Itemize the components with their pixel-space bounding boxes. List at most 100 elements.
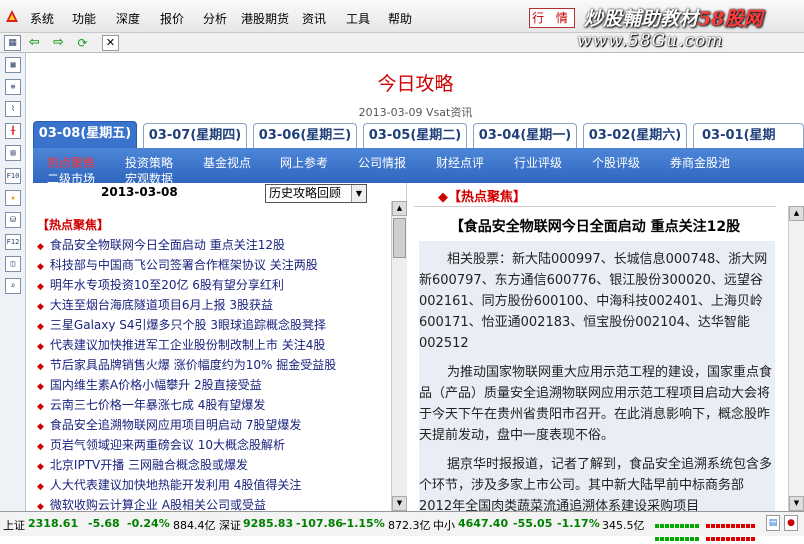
list-item[interactable]: ◆ 代表建议加快推进军工企业股份制改制上市 关注4股 xyxy=(37,335,392,355)
news-link[interactable]: 食品安全物联网今日全面启动 重点关注12股 xyxy=(50,238,285,252)
left-icon-bar: ▦ ≡ ⌇ ╫ ▤ F10 ★ ⛁ F12 ◫ ⌕ xyxy=(0,53,26,511)
category-stock-rating[interactable]: 个股评级 xyxy=(592,154,640,171)
watermark-url: www.58Gu.com xyxy=(577,31,724,51)
article-paragraph: 据京华时报报道，记者了解到，食品安全追溯系统包含多个环节，涉及多家上市公司。其中… xyxy=(419,457,773,511)
list-item[interactable]: ◆ 食品安全物联网今日全面启动 重点关注12股 xyxy=(37,235,392,255)
tab-date-0302[interactable]: 03-02(星期六) xyxy=(583,123,687,148)
news-link[interactable]: 微软收购云计算企业 A股相关公司或受益 xyxy=(50,498,266,512)
menu-help[interactable]: 帮助 xyxy=(388,10,412,27)
list-item[interactable]: ◆ 北京IPTV开播 三网融合概念股或爆发 xyxy=(37,455,392,475)
menu-depth[interactable]: 深度 xyxy=(116,10,140,27)
network-status-icon[interactable]: ▤ xyxy=(766,515,780,531)
zx-percent: -1.17% xyxy=(557,517,600,530)
category-broker-pool[interactable]: 券商金股池 xyxy=(670,154,730,171)
scroll-down-icon[interactable]: ▼ xyxy=(789,496,804,511)
news-list-panel: 2013-03-08 历史攻略回顾 ▼ 【热点聚焦】 ◆ 食品安全物联网今日全面启… xyxy=(27,183,407,512)
menu-quote[interactable]: 报价 xyxy=(160,10,184,27)
bag-icon[interactable]: ⛁ xyxy=(5,212,21,228)
list-item[interactable]: ◆ 页岩气领域迎来两重磅会议 10大概念股解析 xyxy=(37,435,392,455)
list-item[interactable]: ◆ 云南三七价格一年暴涨七成 4股有望爆发 xyxy=(37,395,392,415)
page-subtitle: 2013-03-09 Vsat资讯 xyxy=(358,106,473,119)
category-fund-view[interactable]: 基金视点 xyxy=(203,154,251,171)
category-company-intel[interactable]: 公司情报 xyxy=(358,154,406,171)
sz-amount: 872.3亿 xyxy=(388,519,431,532)
list-item[interactable]: ◆ 明年水专项投资10至20亿 6股有望分享红利 xyxy=(37,275,392,295)
menu-hk-futures[interactable]: 港股期货 xyxy=(241,10,289,27)
bullet-icon: ◆ xyxy=(37,362,44,372)
list-item[interactable]: ◆ 国内维生素A价格小幅攀升 2股直接受益 xyxy=(37,375,392,395)
list-item[interactable]: ◆ 节后家具品牌销售火爆 涨价幅度约为10% 掘金受益股 xyxy=(37,355,392,375)
refresh-icon[interactable]: ⟳ xyxy=(74,35,91,51)
news-link[interactable]: 大连至烟台海底隧道项目6月上报 3股获益 xyxy=(50,298,273,312)
layout-icon[interactable]: ▦ xyxy=(4,35,21,51)
table-icon[interactable]: ▤ xyxy=(5,145,21,161)
list-item[interactable]: ◆ 大连至烟台海底隧道项目6月上报 3股获益 xyxy=(37,295,392,315)
list-icon[interactable]: ▦ xyxy=(5,57,21,73)
candlestick-icon[interactable]: ╫ xyxy=(5,123,21,139)
list-item[interactable]: ◆ 食品安全追溯物联网应用项目明启动 7股望爆发 xyxy=(37,415,392,435)
scroll-up-icon[interactable]: ▲ xyxy=(392,201,407,216)
favorite-icon[interactable]: ★ xyxy=(5,190,21,206)
category-industry-rating[interactable]: 行业评级 xyxy=(514,154,562,171)
menu-info[interactable]: 资讯 xyxy=(302,10,326,27)
news-link[interactable]: 国内维生素A价格小幅攀升 2股直接受益 xyxy=(50,378,262,392)
bullet-icon: ◆ xyxy=(37,462,44,472)
monitor-icon[interactable]: ◫ xyxy=(5,256,21,272)
category-secondary-market[interactable]: 二级市场 xyxy=(47,170,95,183)
history-select-value: 历史攻略回顾 xyxy=(269,186,342,200)
chevron-down-icon[interactable]: ▼ xyxy=(351,185,366,202)
watermark-text: 炒股輔助教材 xyxy=(584,8,699,30)
grid-icon[interactable]: ≡ xyxy=(5,79,21,95)
list-item[interactable]: ◆ 人大代表建议加快地热能开发利用 4股值得关注 xyxy=(37,475,392,495)
news-link[interactable]: 页岩气领域迎来两重磅会议 10大概念股解析 xyxy=(50,438,285,452)
news-link[interactable]: 科技部与中国商飞公司签署合作框架协议 关注两股 xyxy=(50,258,318,272)
news-link[interactable]: 食品安全追溯物联网应用项目明启动 7股望爆发 xyxy=(50,418,301,432)
news-link[interactable]: 代表建议加快推进军工企业股份制改制上市 关注4股 xyxy=(50,338,325,352)
tab-date-0308[interactable]: 03-08(星期五) xyxy=(33,121,137,148)
article-scrollbar[interactable]: ▲ ▼ xyxy=(788,206,804,511)
menu-analysis[interactable]: 分析 xyxy=(203,10,227,27)
back-arrow-icon[interactable]: ⇦ xyxy=(26,35,43,51)
tab-date-0305[interactable]: 03-05(星期二) xyxy=(363,123,467,148)
article: 【食品安全物联网今日全面启动 重点关注12股 相关股票：新大陆000997、长城… xyxy=(414,206,776,511)
forward-arrow-icon[interactable]: ⇨ xyxy=(50,35,67,51)
category-hot-focus[interactable]: 热点聚焦 xyxy=(47,154,95,171)
menu-tools[interactable]: 工具 xyxy=(346,10,370,27)
news-link[interactable]: 节后家具品牌销售火爆 涨价幅度约为10% 掘金受益股 xyxy=(50,358,336,372)
news-link[interactable]: 北京IPTV开播 三网融合概念股或爆发 xyxy=(50,458,248,472)
news-link[interactable]: 明年水专项投资10至20亿 6股有望分享红利 xyxy=(50,278,284,292)
menu-function[interactable]: 功能 xyxy=(72,10,96,27)
category-strategy[interactable]: 投资策略 xyxy=(125,154,173,171)
zx-index: 4647.40 xyxy=(458,517,509,530)
article-paragraph: 相关股票：新大陆000997、长城信息000748、浙大网新600797、东方通… xyxy=(419,252,768,351)
market-breadth-red-icon xyxy=(706,518,756,541)
menu-bar: 系统 功能 深度 报价 分析 港股期货 资讯 工具 帮助 行 情 炒股輔助教材5… xyxy=(0,0,804,33)
news-link[interactable]: 三星Galaxy S4引爆多只个股 3眼球追踪概念股凳择 xyxy=(50,318,326,332)
news-list-scrollbar[interactable]: ▲ ▼ xyxy=(391,201,407,511)
tab-date-0307[interactable]: 03-07(星期四) xyxy=(143,123,247,148)
f10-icon[interactable]: F10 xyxy=(5,168,21,184)
tab-date-0301[interactable]: 03-01(星期 xyxy=(693,123,804,148)
close-icon[interactable]: ✕ xyxy=(102,35,119,51)
menu-system[interactable]: 系统 xyxy=(30,10,54,27)
tab-date-0306[interactable]: 03-06(星期三) xyxy=(253,123,357,148)
list-item[interactable]: ◆ 三星Galaxy S4引爆多只个股 3眼球追踪概念股凳择 xyxy=(37,315,392,335)
category-bar: 热点聚焦 投资策略 基金视点 网上参考 公司情报 财经点评 行业评级 个股评级 … xyxy=(33,148,804,183)
list-item[interactable]: ◆ 科技部与中国商飞公司签署合作框架协议 关注两股 xyxy=(37,255,392,275)
scroll-thumb[interactable] xyxy=(393,218,406,258)
category-online-ref[interactable]: 网上参考 xyxy=(280,154,328,171)
tab-date-0304[interactable]: 03-04(星期一) xyxy=(473,123,577,148)
chart-icon[interactable]: ⌇ xyxy=(5,101,21,117)
scroll-down-icon[interactable]: ▼ xyxy=(392,496,407,511)
category-macro-data[interactable]: 宏观数据 xyxy=(125,170,173,183)
scroll-up-icon[interactable]: ▲ xyxy=(789,206,804,221)
news-link[interactable]: 云南三七价格一年暴涨七成 4股有望爆发 xyxy=(50,398,265,412)
quote-mode-button[interactable]: 行 情 xyxy=(529,8,575,28)
search-icon[interactable]: ⌕ xyxy=(5,278,21,294)
news-link[interactable]: 人大代表建议加快地热能开发利用 4股值得关注 xyxy=(50,478,301,492)
bullet-icon: ◆ xyxy=(37,282,44,292)
alert-icon[interactable]: ● xyxy=(784,515,798,531)
f12-icon[interactable]: F12 xyxy=(5,234,21,250)
history-select[interactable]: 历史攻略回顾 ▼ xyxy=(265,184,367,203)
category-finance-review[interactable]: 财经点评 xyxy=(436,154,484,171)
